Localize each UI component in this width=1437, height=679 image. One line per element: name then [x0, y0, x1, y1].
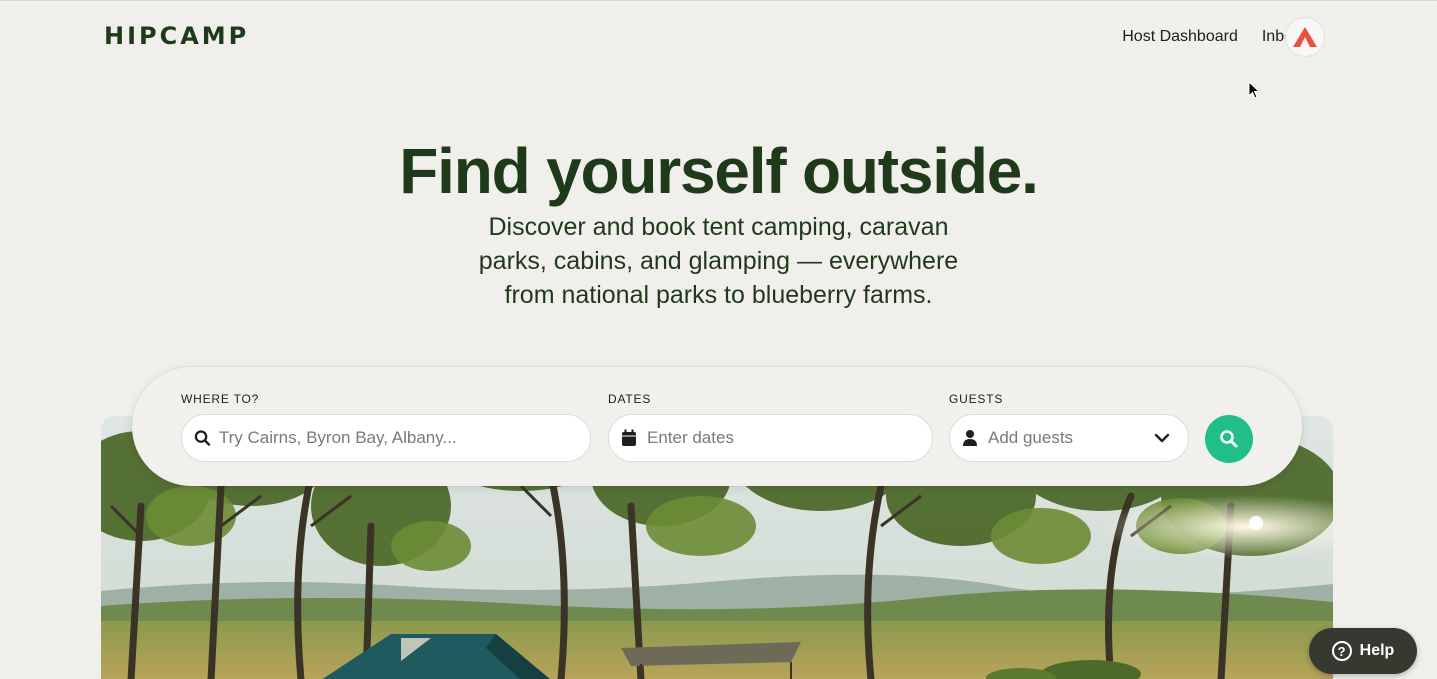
dates-label: DATES: [608, 392, 652, 406]
help-button[interactable]: ? Help: [1309, 628, 1417, 674]
logo-text: HIPCAMP: [104, 22, 250, 50]
question-icon: ?: [1331, 641, 1352, 661]
help-label: Help: [1359, 642, 1395, 659]
calendar-icon: [622, 429, 636, 446]
dates-field[interactable]: Enter dates: [608, 414, 933, 462]
tent-avatar-icon: [1293, 27, 1317, 47]
where-label: WHERE TO?: [181, 392, 260, 406]
user-icon: [963, 430, 977, 446]
guests-label: GUESTS: [949, 392, 1004, 406]
search-bar: WHERE TO? DATES Enter dates GUESTS Add g…: [132, 367, 1302, 486]
search-icon: [194, 430, 211, 446]
nav-host-dashboard[interactable]: Host Dashboard: [1122, 28, 1238, 46]
where-input[interactable]: [218, 428, 590, 448]
chevron-down-icon: [1154, 433, 1170, 443]
avatar[interactable]: [1285, 17, 1325, 57]
search-icon: [1220, 430, 1238, 448]
where-field[interactable]: [181, 414, 591, 462]
hero-subtitle: Discover and book tent camping, caravan …: [478, 213, 959, 309]
guests-placeholder: Add guests: [988, 428, 1074, 447]
search-button[interactable]: [1205, 415, 1253, 463]
page-title: Find yourself outside.: [399, 135, 1039, 207]
hipcamp-logo[interactable]: HIPCAMP: [104, 22, 249, 50]
dates-placeholder: Enter dates: [647, 428, 734, 447]
guests-field[interactable]: Add guests: [949, 414, 1189, 462]
cursor-icon: [1248, 81, 1260, 99]
